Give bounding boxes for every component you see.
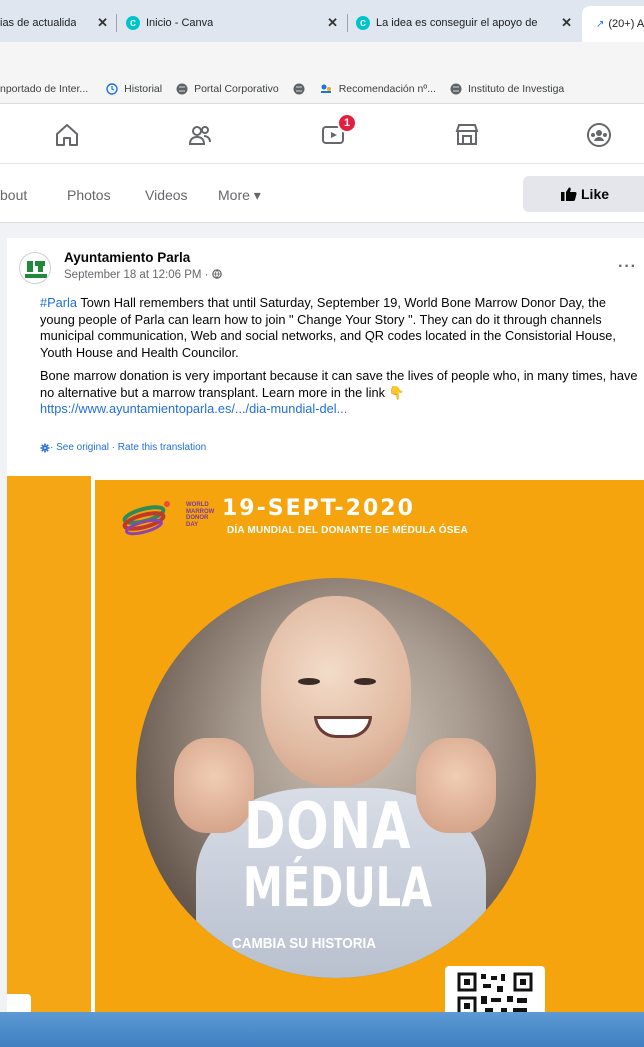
poster-headline-dona: DONA [244,790,412,864]
browser-tab-2[interactable]: C Inicio - Canva ✕ [126,8,344,38]
post-paragraph-1: #Parla Town Hall remembers that until Sa… [40,295,640,361]
browser-tab-active[interactable]: ↗ (20+) A [582,6,644,42]
external-link[interactable]: https://www.ayuntamientoparla.es/.../dia… [40,401,347,416]
globe-icon [176,83,188,94]
close-icon[interactable]: ✕ [327,15,338,31]
globe-icon [211,269,222,279]
eye-right [354,678,376,685]
bookmark-label: nportado de Inter... [0,82,89,95]
canva-favicon-icon: C [126,16,140,30]
fist-left [174,738,254,833]
poster-subtitle: DÍA MUNDIAL DEL DONANTE DE MÉDULA ÓSEA [227,525,468,536]
post-paragraph-2: Bone marrow donation is very important b… [40,368,640,418]
eye-left [298,678,320,685]
history-icon [106,82,118,95]
poster-date: 19-SEPT-2020 [222,496,415,521]
facebook-top-nav [0,104,644,164]
tab-separator [116,14,117,32]
like-label: Like [581,186,610,202]
more-options-button[interactable]: ··· [618,258,637,276]
notification-badge: 1 [337,113,357,133]
close-icon[interactable]: ✕ [561,15,572,31]
post-author[interactable]: Ayuntamiento Parla [64,250,190,265]
friends-icon[interactable] [187,122,213,148]
fist-right [416,738,496,833]
globe-icon [293,83,305,94]
bookmark-historial[interactable]: Historial [106,83,162,95]
facebook-favicon-icon: ↗ [596,18,605,30]
paragraph-text: Town Hall remembers that until Saturday,… [40,295,616,360]
post-timestamp[interactable]: September 18 at 12:06 PM · [64,269,222,281]
bookmark-label: Portal Corporativo [194,82,279,95]
groups-icon[interactable] [586,122,612,148]
see-original-translation[interactable]: · See original · Rate this translation [40,442,206,453]
bookmark-globe[interactable] [293,83,305,95]
bookmark-label: Historial [124,82,163,95]
bookmark-item[interactable]: nportado de Inter... [0,83,88,95]
tab-photos[interactable]: Photos [67,187,111,203]
timestamp-text: September 18 at 12:06 PM · [64,269,212,281]
bookmark-instituto[interactable]: Instituto de Investiga [450,83,564,95]
users-icon [320,84,331,93]
bookmark-label: Instituto de Investiga [467,82,565,95]
world-marrow-donor-day-logo-icon [122,501,170,536]
poster-tagline: CAMBIA SU HISTORIA [232,935,377,952]
poster-headline-medula: MÉDULA [243,856,433,919]
close-icon[interactable]: ✕ [97,15,108,31]
bookmark-recomendacion[interactable]: Recomendación nº... [319,83,436,95]
tab-more[interactable]: More ▾ [218,187,261,204]
taskbar [0,1012,644,1047]
image-left-edge [7,994,31,1014]
tab-videos[interactable]: Videos [145,187,188,203]
tab-title: La idea es conseguir el apoyo de [376,17,538,29]
canva-favicon-icon: C [356,16,370,30]
hashtag-link[interactable]: #Parla [40,295,77,310]
browser-tab-3[interactable]: C La idea es conseguir el apoyo de ✕ [356,8,578,38]
tab-title: (20+) A [608,18,644,30]
browser-tab-1[interactable]: ias de actualida ✕ [0,8,112,38]
tab-title: ias de actualida [0,17,77,29]
tab-separator [347,14,348,32]
browser-tab-strip: ias de actualida ✕ C Inicio - Canva ✕ C … [0,0,644,42]
avatar[interactable] [19,252,51,284]
bookmark-label: Recomendación nº... [338,82,436,95]
gear-icon [40,443,50,452]
globe-icon [450,83,462,94]
marketplace-icon[interactable] [454,122,480,148]
paragraph-text: Bone marrow donation is very important b… [40,368,638,400]
thumbs-up-icon [561,187,577,201]
like-button[interactable]: Like [523,176,644,212]
address-bar-area [0,42,644,74]
tab-title: Inicio - Canva [146,17,214,29]
see-original-text: · See original · Rate this translation [50,442,207,453]
post-text: #Parla Town Hall remembers that until Sa… [40,295,640,425]
logo-text: WORLD MARROW DONOR DAY [186,502,215,528]
home-icon[interactable] [54,122,80,148]
person-head [261,596,411,786]
bookmarks-bar: nportado de Inter... Historial Portal Co… [0,74,644,104]
tab-about[interactable]: bout [0,187,27,203]
wmd-logo-text: WORLD MARROW DONOR DAY [186,502,214,528]
bookmark-portal[interactable]: Portal Corporativo [176,83,279,95]
